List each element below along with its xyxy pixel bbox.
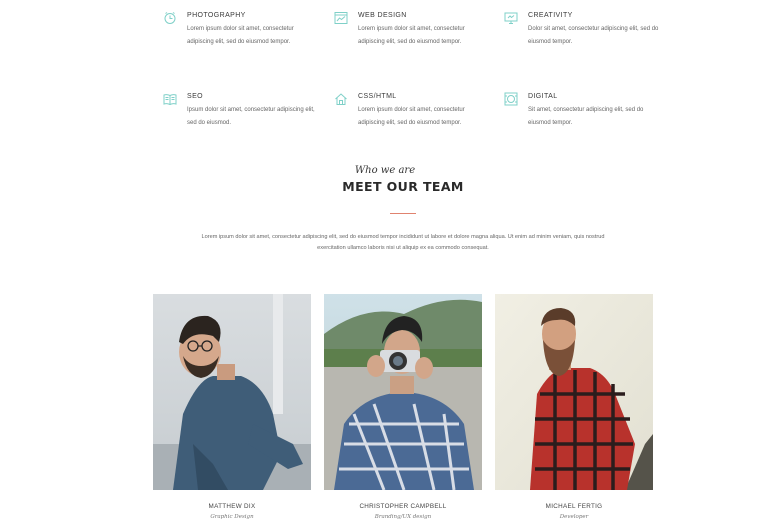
service-description: Sit amet, consectetur adipiscing elit, s… (528, 107, 644, 126)
browser-chart-icon (334, 11, 348, 25)
monitor-icon (504, 11, 518, 25)
section-divider (390, 213, 416, 214)
service-description: Lorem ipsum dolor sit amet, consectetur … (358, 26, 465, 45)
team-member-photo[interactable] (153, 294, 311, 490)
team-member-photo[interactable] (495, 294, 653, 490)
book-icon (163, 92, 177, 106)
team-member-role: Branding/UX design (374, 514, 432, 520)
service-title: DIGITAL (528, 93, 558, 100)
team-member-role: Developer (559, 514, 589, 520)
service-title: WEB DESIGN (358, 12, 407, 19)
service-title: CSS/HTML (358, 93, 397, 100)
section-intro: Lorem ipsum dolor sit amet, consectetur … (201, 234, 605, 251)
service-description: Dolor sit amet, consectetur adipiscing e… (528, 26, 659, 45)
service-title: PHOTOGRAPHY (187, 12, 246, 19)
service-description: Lorem ipsum dolor sit amet, consectetur … (187, 26, 294, 45)
service-description: Ipsum dolor sit amet, consectetur adipis… (187, 107, 315, 126)
team-member-name: MATTHEW DIX (208, 503, 256, 510)
team-member-role: Graphic Design (210, 514, 254, 520)
grid-frame-icon (504, 92, 518, 106)
service-description: Lorem ipsum dolor sit amet, consectetur … (358, 107, 465, 126)
clock-icon (163, 11, 177, 25)
section-tagline: Who we are (354, 165, 416, 176)
service-title: CREATIVITY (528, 12, 573, 19)
team-member-name: MICHAEL FERTIG (545, 503, 603, 510)
service-title: SEO (187, 93, 203, 100)
team-member-photo[interactable] (324, 294, 482, 490)
team-member-name: CHRISTOPHER CAMPBELL (359, 503, 447, 510)
home-icon (334, 92, 348, 106)
section-title: MEET OUR TEAM (342, 179, 464, 194)
